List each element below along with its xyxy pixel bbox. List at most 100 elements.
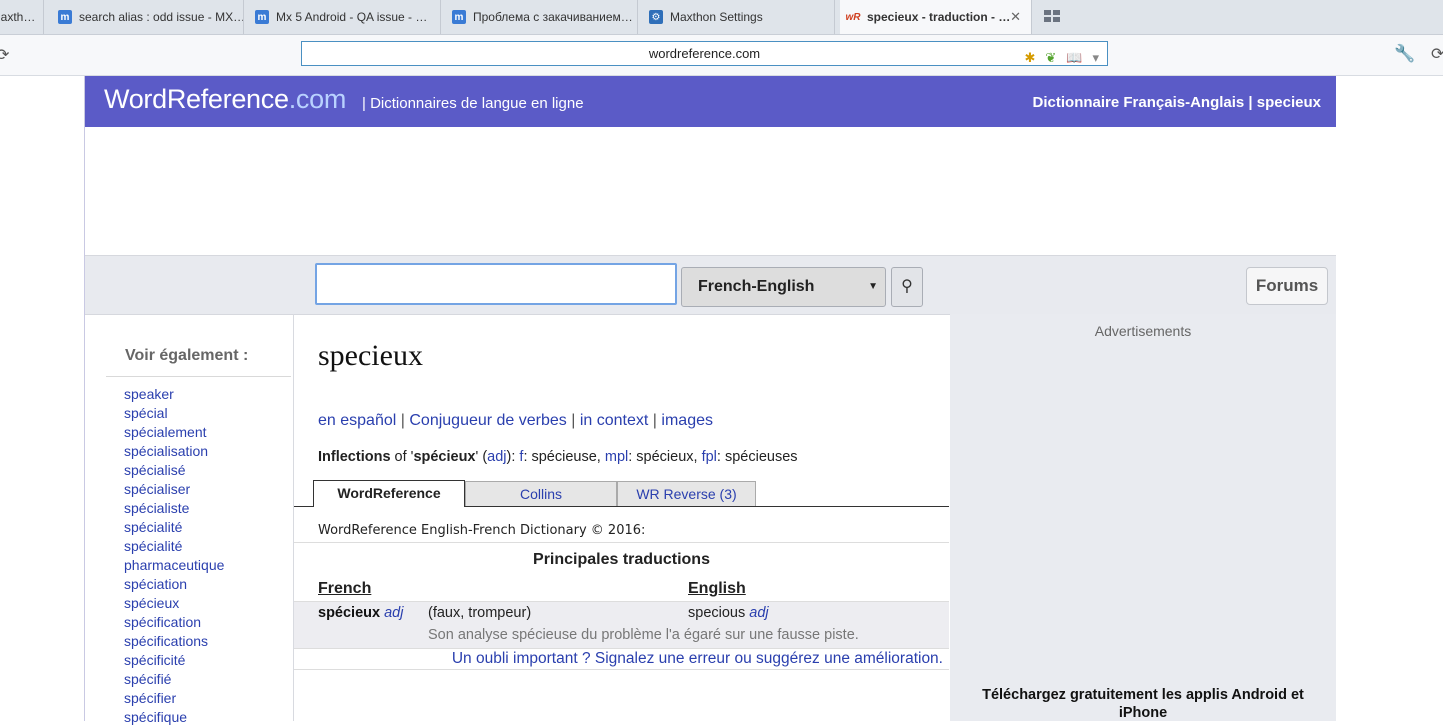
address-input[interactable]: wordreference.com ✱ ❦ 📖 ▾ bbox=[301, 41, 1108, 66]
ads-label: Advertisements bbox=[1094, 323, 1192, 339]
see-also-link[interactable]: spécifications bbox=[124, 632, 224, 651]
report-error-link[interactable]: Un oubli important ? Signalez une erreur… bbox=[294, 648, 949, 670]
address-bar-row: ⟳ wordreference.com ✱ ❦ 📖 ▾ 🔧 ⟳ bbox=[0, 35, 1443, 76]
browser-tab-4[interactable]: ⚙ Maxthon Settings bbox=[643, 0, 835, 34]
chevron-down-icon[interactable]: ▾ bbox=[1092, 46, 1099, 69]
divider bbox=[294, 542, 949, 543]
entry-sense: (faux, trompeur) bbox=[428, 605, 532, 621]
see-also-link[interactable]: spécieux bbox=[124, 594, 224, 613]
infl-text: of ' bbox=[394, 449, 414, 465]
see-also-link[interactable]: spécifier bbox=[124, 689, 224, 708]
leaf-icon[interactable]: ❦ bbox=[1045, 46, 1056, 69]
menu-icon[interactable]: ⟳ bbox=[1431, 44, 1443, 64]
see-also-link[interactable]: spécialisé bbox=[124, 461, 224, 480]
translation-text: specious bbox=[688, 605, 746, 621]
tab-wordreference[interactable]: WordReference bbox=[313, 480, 465, 507]
infl-mpl-link[interactable]: mpl bbox=[605, 449, 628, 465]
link-conjugator[interactable]: Conjugueur de verbes bbox=[409, 412, 566, 429]
tab-label: laxth… bbox=[0, 10, 36, 24]
column-header-french: French bbox=[318, 580, 372, 597]
see-also-link[interactable]: spécialiser bbox=[124, 480, 224, 499]
language-select[interactable]: French-English ▼ bbox=[681, 267, 886, 307]
see-also-list: speaker spécial spécialement spécialisat… bbox=[124, 385, 224, 727]
translation-pos[interactable]: adj bbox=[749, 605, 768, 621]
infl-text: : spécieux, bbox=[628, 449, 702, 465]
tab-wr-reverse[interactable]: WR Reverse (3) bbox=[617, 481, 756, 506]
browser-tab-5[interactable]: wR specieux - traduction - … ✕ bbox=[840, 0, 1032, 34]
infl-text: : spécieuses bbox=[716, 449, 798, 465]
inflections-label: Inflections bbox=[318, 449, 391, 465]
web-page: WordReference.com | Dictionnaires de lan… bbox=[84, 76, 1336, 725]
tab-label: Maxthon Settings bbox=[670, 10, 763, 24]
search-input[interactable] bbox=[315, 263, 677, 305]
related-links: en español | Conjugueur de verbes | in c… bbox=[318, 412, 713, 430]
see-also-link[interactable]: spéciation bbox=[124, 575, 224, 594]
search-icon: ⚲ bbox=[901, 278, 913, 295]
see-also-link[interactable]: spécialiste bbox=[124, 499, 224, 518]
tab-overview-icon[interactable] bbox=[1044, 10, 1060, 22]
apps-promo-link[interactable]: Téléchargez gratuitement les applis Andr… bbox=[970, 686, 1316, 722]
see-also-title: Voir également : bbox=[125, 347, 249, 364]
browser-tab-3[interactable]: m Проблема с закачиванием… bbox=[446, 0, 638, 34]
reader-mode-icon[interactable]: 📖 bbox=[1066, 46, 1082, 69]
maxthon-icon: m bbox=[58, 10, 72, 24]
see-also-link[interactable]: spécialement bbox=[124, 423, 224, 442]
tab-label: search alias : odd issue - MX… bbox=[79, 10, 244, 24]
see-also-link[interactable]: spécification bbox=[124, 613, 224, 632]
see-also-link[interactable]: spécial bbox=[124, 404, 224, 423]
browser-tab-2[interactable]: m Mx 5 Android - QA issue - … bbox=[249, 0, 441, 34]
tab-collins[interactable]: Collins bbox=[465, 481, 617, 506]
see-also-link[interactable]: spécialité bbox=[124, 518, 224, 537]
url-text: wordreference.com bbox=[648, 46, 761, 61]
infl-fpl-link[interactable]: fpl bbox=[702, 449, 717, 465]
logo-dot: .com bbox=[288, 84, 347, 114]
entry-pos[interactable]: adj bbox=[384, 605, 403, 621]
translation-row: spécieux adj (faux, trompeur) specious a… bbox=[294, 601, 949, 648]
link-images[interactable]: images bbox=[661, 412, 713, 429]
browser-tab-0[interactable]: laxth… bbox=[0, 0, 44, 34]
column-header-english: English bbox=[688, 580, 746, 597]
infl-word: spécieux bbox=[413, 449, 476, 465]
infl-pos-link[interactable]: adj bbox=[487, 449, 506, 465]
refresh-icon[interactable]: ⟳ bbox=[0, 45, 9, 65]
logo-main: WordReference bbox=[104, 84, 289, 114]
section-title: Principales traductions bbox=[533, 551, 710, 568]
gear-icon: ⚙ bbox=[649, 10, 663, 24]
dictionary-tabs: WordReference Collins WR Reverse (3) bbox=[294, 479, 949, 507]
see-also-link[interactable]: pharmaceutique bbox=[124, 556, 224, 575]
forums-button[interactable]: Forums bbox=[1246, 267, 1328, 305]
inflections-line: Inflections of 'spécieux' (adj): f: spéc… bbox=[318, 449, 798, 465]
wordreference-icon: wR bbox=[845, 11, 861, 23]
ads-sidebar: Advertisements Téléchargez gratuitement … bbox=[950, 314, 1336, 721]
site-logo[interactable]: WordReference.com bbox=[104, 84, 346, 115]
link-espanol[interactable]: en español bbox=[318, 412, 396, 429]
entry-word-text: spécieux bbox=[318, 605, 381, 621]
see-also-sidebar: Voir également : speaker spécial spécial… bbox=[85, 314, 294, 725]
entry-translation: specious adj bbox=[688, 605, 769, 621]
divider bbox=[106, 376, 291, 377]
infl-text: : spécieuse, bbox=[523, 449, 605, 465]
see-also-link[interactable]: spécialité bbox=[124, 537, 224, 556]
see-also-link[interactable]: spécifique bbox=[124, 708, 224, 727]
see-also-link[interactable]: speaker bbox=[124, 385, 224, 404]
site-tagline: | Dictionnaires de langue en ligne bbox=[362, 95, 584, 112]
separator: | bbox=[571, 412, 580, 429]
resource-sniffer-icon[interactable]: ✱ bbox=[1024, 46, 1035, 69]
search-button[interactable]: ⚲ bbox=[891, 267, 923, 307]
headword-title: specieux bbox=[318, 339, 423, 372]
main-content: specieux en español | Conjugueur de verb… bbox=[294, 314, 949, 721]
tab-label: Проблема с закачиванием… bbox=[473, 10, 633, 24]
close-icon[interactable]: ✕ bbox=[1010, 9, 1021, 25]
dictionary-title: Dictionnaire Français-Anglais | specieux bbox=[1032, 94, 1321, 111]
search-bar: French-English ▼ ⚲ Forums bbox=[85, 255, 1336, 315]
browser-tab-bar: laxth… m search alias : odd issue - MX… … bbox=[0, 0, 1443, 35]
see-also-link[interactable]: spécificité bbox=[124, 651, 224, 670]
see-also-link[interactable]: spécialisation bbox=[124, 442, 224, 461]
link-in-context[interactable]: in context bbox=[580, 412, 648, 429]
maxthon-icon: m bbox=[255, 10, 269, 24]
wrench-icon[interactable]: 🔧 bbox=[1394, 44, 1415, 64]
caret-down-icon: ▼ bbox=[868, 281, 878, 292]
browser-tab-1[interactable]: m search alias : odd issue - MX… bbox=[52, 0, 244, 34]
infl-text: ' ( bbox=[475, 449, 488, 465]
see-also-link[interactable]: spécifié bbox=[124, 670, 224, 689]
